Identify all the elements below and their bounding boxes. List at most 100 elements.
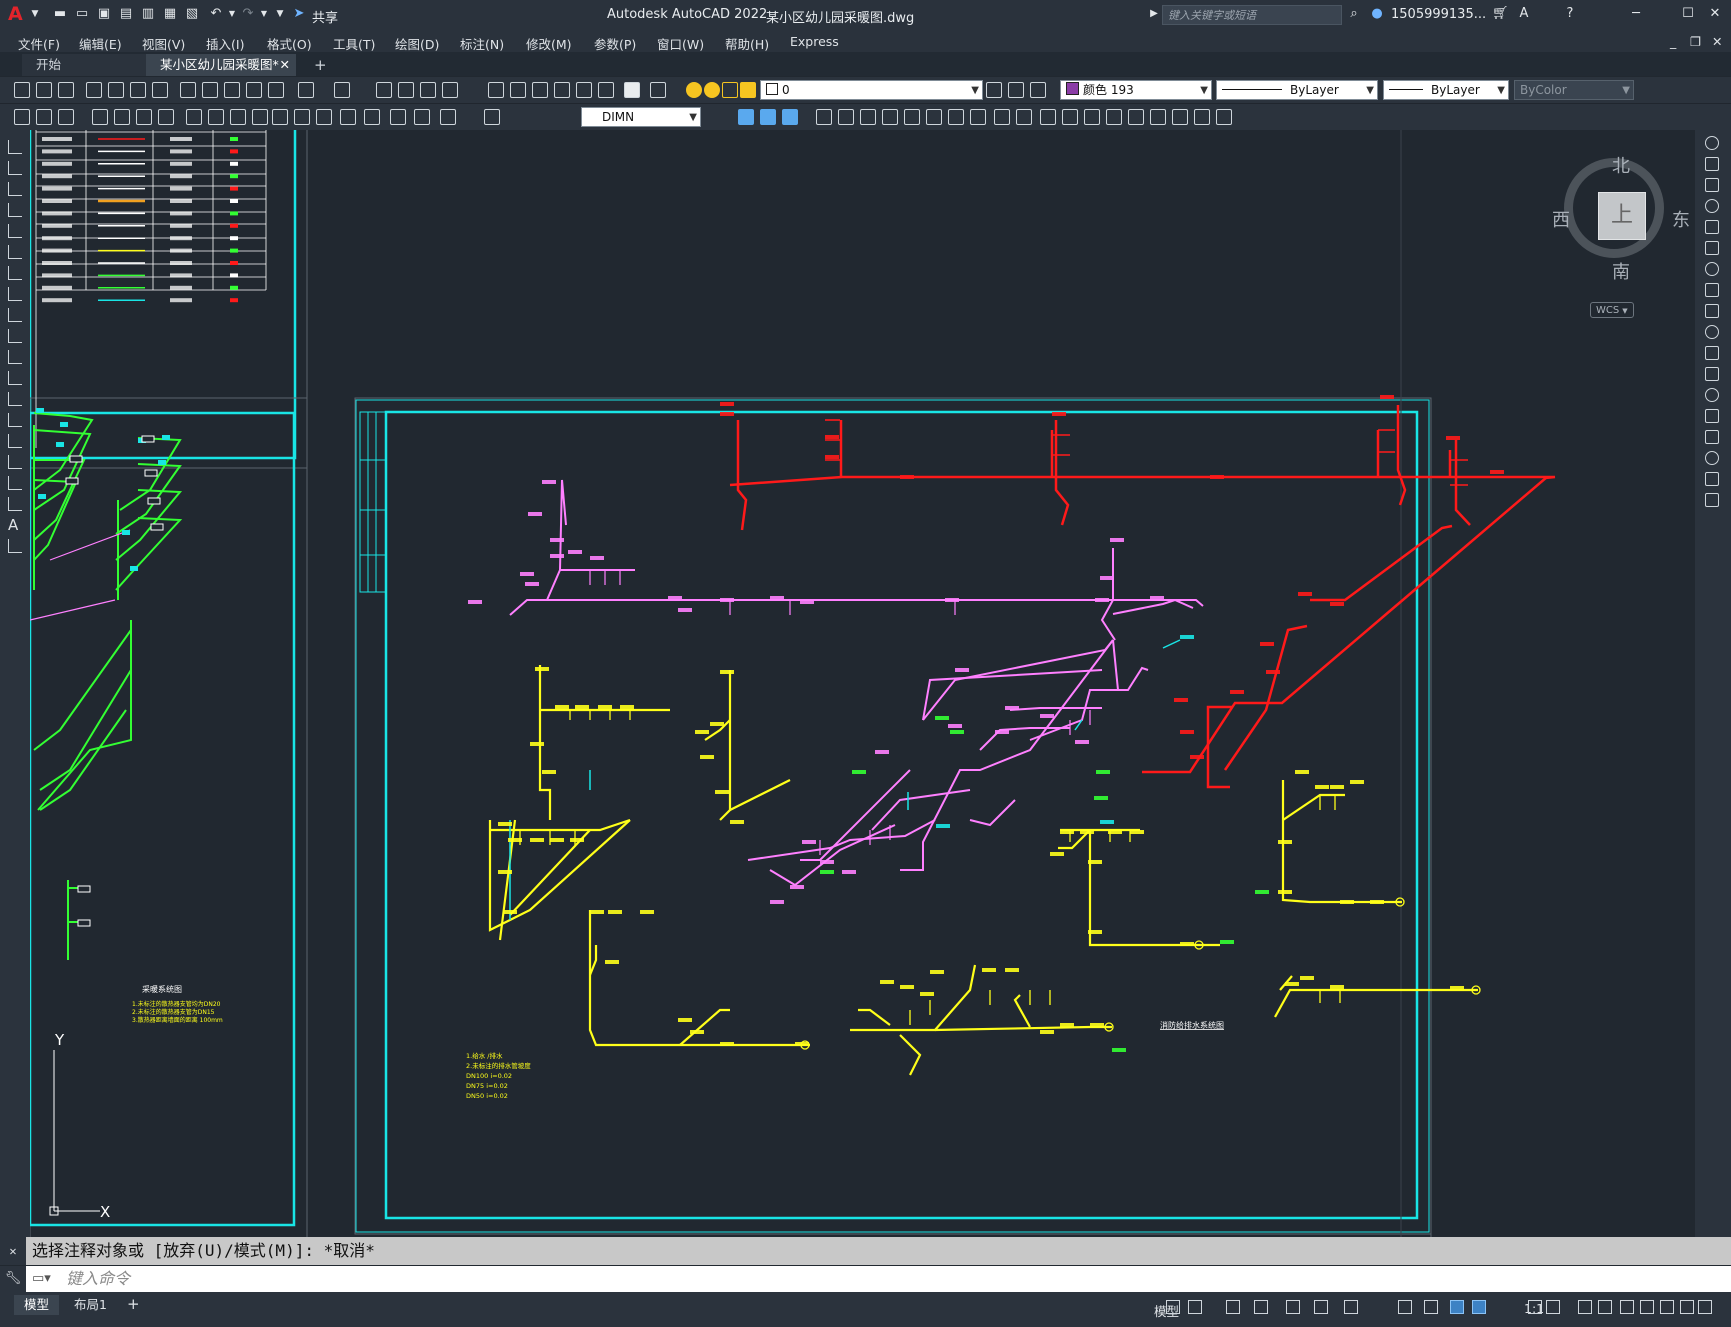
dim-angular-icon[interactable] (186, 109, 202, 125)
dim-update-icon[interactable] (484, 109, 500, 125)
ellipse-arc-icon[interactable] (8, 350, 22, 364)
group-icon[interactable] (1150, 109, 1166, 125)
quick-properties-icon[interactable] (1620, 1300, 1634, 1314)
dim-continue-icon[interactable] (252, 109, 268, 125)
inspect-icon[interactable] (364, 109, 380, 125)
join-modify-icon[interactable] (1705, 409, 1719, 423)
offset-icon[interactable] (1062, 109, 1078, 125)
array-icon[interactable] (1040, 109, 1056, 125)
scale-icon[interactable] (838, 109, 854, 125)
explode-icon[interactable] (1016, 109, 1032, 125)
menu-modify[interactable]: 修改(M) (526, 34, 572, 53)
jogged-linear-icon[interactable] (390, 109, 406, 125)
save-as-icon[interactable]: ▤ (118, 6, 134, 22)
construction-line-icon[interactable] (8, 161, 22, 175)
viewcube-south-label[interactable]: 南 (1612, 258, 1630, 284)
stretch-modify-icon[interactable] (1705, 304, 1719, 318)
layer-state-icon[interactable] (1030, 82, 1046, 98)
redo-icon[interactable] (334, 82, 350, 98)
mirror-modify-icon[interactable] (1705, 178, 1719, 192)
center-mark-icon[interactable] (340, 109, 356, 125)
array-modify-icon[interactable] (1705, 220, 1719, 234)
annotation-visibility-icon[interactable] (1472, 1300, 1486, 1314)
blend-icon[interactable] (994, 109, 1010, 125)
cart-icon[interactable]: 🛒︎ (1492, 6, 1509, 22)
move-icon[interactable] (738, 109, 754, 125)
viewcube[interactable]: 上 北 南 东 西 (1552, 152, 1690, 283)
light-bulb-icon[interactable] (686, 82, 702, 98)
lineweight-icon[interactable] (1398, 1300, 1412, 1314)
fillet-icon[interactable] (970, 109, 986, 125)
match-properties-icon[interactable] (246, 82, 262, 98)
dim-edit-icon[interactable] (414, 109, 430, 125)
viewcube-north-label[interactable]: 北 (1612, 152, 1630, 178)
sheet-set-icon[interactable] (554, 82, 570, 98)
plotstyle-dropdown[interactable]: ByColor ▼ (1514, 80, 1634, 100)
tool-palettes-icon[interactable] (532, 82, 548, 98)
object-snap-icon[interactable] (1344, 1300, 1358, 1314)
menu-help[interactable]: 帮助(H) (725, 34, 769, 53)
transparency-icon[interactable] (1424, 1300, 1438, 1314)
scale-modify-icon[interactable] (1705, 283, 1719, 297)
layer-manager-icon[interactable] (650, 82, 666, 98)
chamfer-icon[interactable] (948, 109, 964, 125)
wcs-menu[interactable]: WCS ▼ (1590, 302, 1634, 318)
chamfer-modify-icon[interactable] (1705, 430, 1719, 444)
redo-icon[interactable]: ↷ (240, 6, 256, 22)
polar-icon[interactable] (1254, 1300, 1268, 1314)
menu-view[interactable]: 视图(V) (142, 34, 185, 53)
doc-restore-icon[interactable]: ❐ (1690, 34, 1701, 49)
add-layout-button[interactable]: + (127, 1295, 140, 1313)
plot-icon[interactable]: ▦ (162, 6, 178, 22)
circle-icon[interactable] (8, 266, 22, 280)
user-icon[interactable]: ● (1369, 6, 1385, 22)
pan-icon[interactable] (376, 82, 392, 98)
mtext-icon[interactable]: A (8, 518, 22, 533)
zoom-previous-icon[interactable] (442, 82, 458, 98)
doc-close-icon[interactable]: ✕ (1712, 34, 1722, 49)
help-icon[interactable]: ? (1562, 6, 1578, 22)
open-icon[interactable] (36, 82, 52, 98)
dim-jogged-icon[interactable] (136, 109, 152, 125)
plot-preview-icon[interactable] (108, 82, 124, 98)
layout-tab-model[interactable]: 模型 (14, 1295, 60, 1315)
user-name[interactable]: 1505999135... (1391, 7, 1486, 22)
new-file-icon[interactable]: ▬ (52, 6, 68, 22)
customize-qat-icon[interactable]: ▼ (272, 6, 288, 22)
explode-modify-icon[interactable] (1705, 493, 1719, 507)
layer-previous-icon[interactable] (1008, 82, 1024, 98)
dim-radius-icon[interactable] (114, 109, 130, 125)
doc-minimize-icon[interactable]: _ (1670, 34, 1676, 49)
eraser-icon[interactable] (1705, 136, 1719, 150)
freeze-icon[interactable] (722, 82, 738, 98)
blend-modify-icon[interactable] (1705, 472, 1719, 486)
dim-space-icon[interactable] (272, 109, 288, 125)
app-menu-chevron-icon[interactable]: ▼ (27, 6, 43, 22)
quick-dim-icon[interactable] (208, 109, 224, 125)
menu-express[interactable]: Express (790, 34, 839, 49)
menu-parametric[interactable]: 参数(P) (594, 34, 636, 53)
break-icon[interactable] (904, 109, 920, 125)
hatch-icon[interactable] (8, 434, 22, 448)
menu-dimension[interactable]: 标注(N) (460, 34, 504, 53)
undo-icon[interactable] (298, 82, 314, 98)
color-dropdown[interactable]: 颜色 193 ▼ (1060, 80, 1212, 100)
menu-edit[interactable]: 编辑(E) (79, 34, 122, 53)
dim-ordinate-icon[interactable] (92, 109, 108, 125)
share-button[interactable]: 共享 (312, 7, 338, 26)
design-center-icon[interactable] (510, 82, 526, 98)
fillet-modify-icon[interactable] (1705, 451, 1719, 465)
erase-icon[interactable] (1106, 109, 1122, 125)
new-icon[interactable] (14, 82, 30, 98)
grid-icon[interactable] (1166, 1300, 1180, 1314)
tab-start[interactable]: 开始 (22, 54, 150, 76)
menu-draw[interactable]: 绘图(D) (395, 34, 439, 53)
line-icon[interactable] (8, 140, 22, 154)
paste-icon[interactable] (224, 82, 240, 98)
print-icon[interactable]: ▧ (184, 6, 200, 22)
break-point-icon[interactable] (1705, 367, 1719, 381)
menu-window[interactable]: 窗口(W) (657, 34, 704, 53)
dim-diameter-icon[interactable] (158, 109, 174, 125)
undo-icon[interactable]: ↶ (208, 6, 224, 22)
publish-icon[interactable] (130, 82, 146, 98)
